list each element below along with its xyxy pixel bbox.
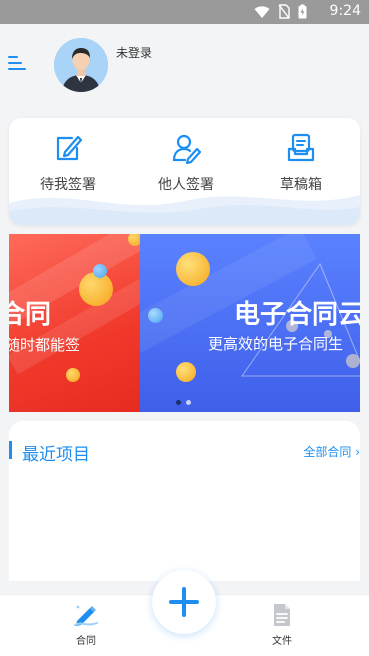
banner-right-subtitle: 更高效的电子合同生 xyxy=(208,335,344,353)
status-bar: 9:24 xyxy=(0,0,369,24)
quick-action-drafts[interactable]: 草稿箱 xyxy=(251,132,351,194)
tab-file[interactable]: 文件 xyxy=(252,603,312,647)
pagination-dot-active[interactable] xyxy=(176,400,181,405)
decor-ball xyxy=(176,362,196,382)
battery-charging-icon xyxy=(298,4,307,19)
contract-icon xyxy=(74,605,98,626)
banner-right-title: 电子合同云 xyxy=(234,300,360,330)
create-button[interactable] xyxy=(152,570,216,634)
decor-ball xyxy=(66,368,80,382)
all-contracts-label: 全部合同 xyxy=(303,445,352,459)
login-status[interactable]: 未登录 xyxy=(116,44,152,61)
status-time: 9:24 xyxy=(329,3,361,19)
wifi-icon xyxy=(254,5,270,18)
person-pen-icon xyxy=(172,134,201,164)
plus-icon xyxy=(169,587,199,617)
tab-label: 文件 xyxy=(272,636,292,647)
decor-ball xyxy=(128,234,140,246)
decor-ball xyxy=(93,264,107,278)
quick-action-label: 待我签署 xyxy=(40,177,96,193)
chevron-right-icon: › xyxy=(355,445,360,459)
carousel-pagination xyxy=(176,400,191,405)
create-button-inner xyxy=(158,576,210,628)
tab-contract[interactable]: 合同 xyxy=(56,603,116,647)
recent-projects-title: 最近项目 xyxy=(22,445,90,465)
tab-label: 合同 xyxy=(76,636,96,647)
banner-left-subtitle: 随时都能签 xyxy=(9,336,81,354)
section-accent-bar xyxy=(9,441,12,459)
decor-ball xyxy=(148,308,163,323)
banner-slide-right[interactable]: 电子合同云 更高效的电子合同生 xyxy=(140,234,360,412)
all-contracts-link[interactable]: 全部合同 › xyxy=(303,443,360,460)
avatar[interactable] xyxy=(54,38,108,92)
decor-ball xyxy=(176,252,210,286)
decor-ball xyxy=(346,354,360,368)
banner-slide-left[interactable]: 合同 随时都能签 xyxy=(9,234,140,412)
quick-actions-card: 待我签署 他人签署 草稿箱 xyxy=(9,118,360,225)
file-icon xyxy=(274,604,290,626)
draft-box-icon xyxy=(287,133,315,162)
quick-action-label: 他人签署 xyxy=(158,177,214,193)
user-avatar xyxy=(54,38,108,92)
recent-projects-section: 最近项目 全部合同 › xyxy=(9,421,360,581)
quick-action-others-sign[interactable]: 他人签署 xyxy=(136,132,236,194)
pagination-dot[interactable] xyxy=(186,400,191,405)
banner-carousel[interactable]: 合同 随时都能签 电子合同云 更高效的电子合同生 xyxy=(9,234,360,412)
quick-action-label: 草稿箱 xyxy=(280,177,322,193)
sign-pen-icon xyxy=(56,135,83,161)
header: 未登录 xyxy=(0,24,369,116)
menu-icon[interactable] xyxy=(8,56,28,72)
no-sim-icon xyxy=(278,4,290,19)
banner-left-title: 合同 xyxy=(9,300,52,330)
quick-action-pending-sign[interactable]: 待我签署 xyxy=(18,132,118,194)
status-icons xyxy=(254,4,307,19)
